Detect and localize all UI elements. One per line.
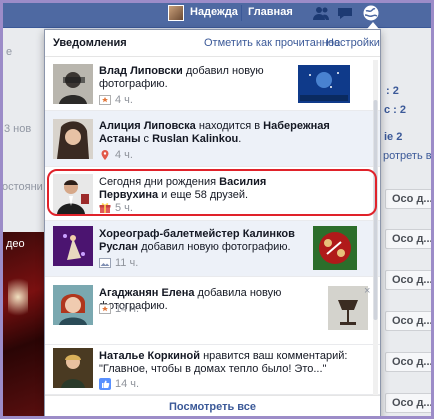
photo-star-icon	[99, 95, 111, 105]
bg-button[interactable]: Осо д...	[385, 229, 433, 249]
bg-link[interactable]: ie 2	[384, 131, 402, 143]
bg-link[interactable]: : 2	[386, 85, 399, 97]
like-icon	[99, 378, 111, 390]
friend-requests-icon[interactable]	[312, 4, 330, 22]
bg-link[interactable]: с : 2	[384, 104, 406, 116]
notifications-scrollbar[interactable]	[373, 60, 378, 395]
photo-icon	[99, 258, 111, 268]
notification-item[interactable]: Алиция Липовска находится в Набережная А…	[45, 111, 380, 167]
see-all-link[interactable]: Посмотреть все	[169, 401, 256, 413]
notification-thumbnail[interactable]	[328, 286, 368, 330]
notifications-footer: Посмотреть все	[45, 395, 380, 418]
home-link[interactable]: Главная	[248, 6, 293, 18]
notification-text: Хореограф-балетмейстер Калинков Руслан д…	[99, 228, 295, 253]
avatar	[53, 64, 93, 104]
notification-thumbnail[interactable]	[313, 226, 357, 270]
notification-item[interactable]: Хореограф-балетмейстер Калинков Руслан д…	[45, 221, 380, 277]
settings-link[interactable]: Настройки	[326, 37, 380, 49]
notifications-globe-icon[interactable]	[362, 4, 380, 22]
notification-item[interactable]: Агаджанян Елена добавила новую фотографи…	[45, 277, 380, 345]
notifications-title: Уведомления	[53, 37, 127, 49]
bg-text: остояни	[2, 181, 43, 193]
gift-icon	[99, 203, 111, 213]
user-avatar[interactable]	[168, 5, 184, 21]
notification-item[interactable]: Влад Липовски добавил новую фотографию. …	[45, 57, 380, 111]
avatar	[53, 119, 93, 159]
avatar	[53, 174, 93, 214]
bg-button[interactable]: Осо д...	[385, 311, 433, 331]
avatar	[53, 285, 93, 325]
bg-link[interactable]: ротреть все	[383, 150, 434, 162]
close-icon[interactable]: ×	[364, 285, 370, 297]
bg-button[interactable]: Осо д...	[385, 393, 433, 413]
notification-item[interactable]: Сегодня дни рождения Василия Первухина и…	[45, 167, 380, 221]
notification-text: Влад Липовски добавил новую фотографию.	[99, 65, 264, 90]
divider	[241, 5, 242, 21]
avatar	[53, 226, 93, 266]
notifications-header: Уведомления Отметить как прочитанное · Н…	[45, 30, 380, 57]
avatar	[53, 348, 93, 388]
user-name-link[interactable]: Надежда	[190, 6, 238, 18]
bg-text: део	[6, 238, 25, 250]
notification-text: Наталье Коркиной нравится ваш комментари…	[99, 350, 348, 375]
dropdown-arrow	[367, 22, 379, 29]
bg-button[interactable]: Осо д...	[385, 270, 433, 290]
location-icon	[101, 150, 109, 160]
notification-text: Сегодня дни рождения Василия Первухина и…	[99, 176, 267, 201]
notification-thumbnail[interactable]	[298, 65, 350, 103]
bg-button[interactable]: Осо д...	[385, 352, 433, 372]
bg-text: 3 нов	[4, 123, 32, 135]
photo-star-icon	[99, 304, 111, 314]
bg-button[interactable]: Осо д...	[385, 189, 433, 209]
separator-dot: ·	[319, 37, 323, 49]
notification-text: Алиция Липовска находится в Набережная А…	[99, 120, 330, 145]
background-cover-photo	[0, 232, 44, 419]
notification-item[interactable]: Наталье Коркиной нравится ваш комментари…	[45, 345, 380, 395]
bg-text: е	[6, 46, 13, 58]
notifications-panel: Уведомления Отметить как прочитанное · Н…	[44, 29, 381, 419]
messages-icon[interactable]	[336, 4, 354, 22]
